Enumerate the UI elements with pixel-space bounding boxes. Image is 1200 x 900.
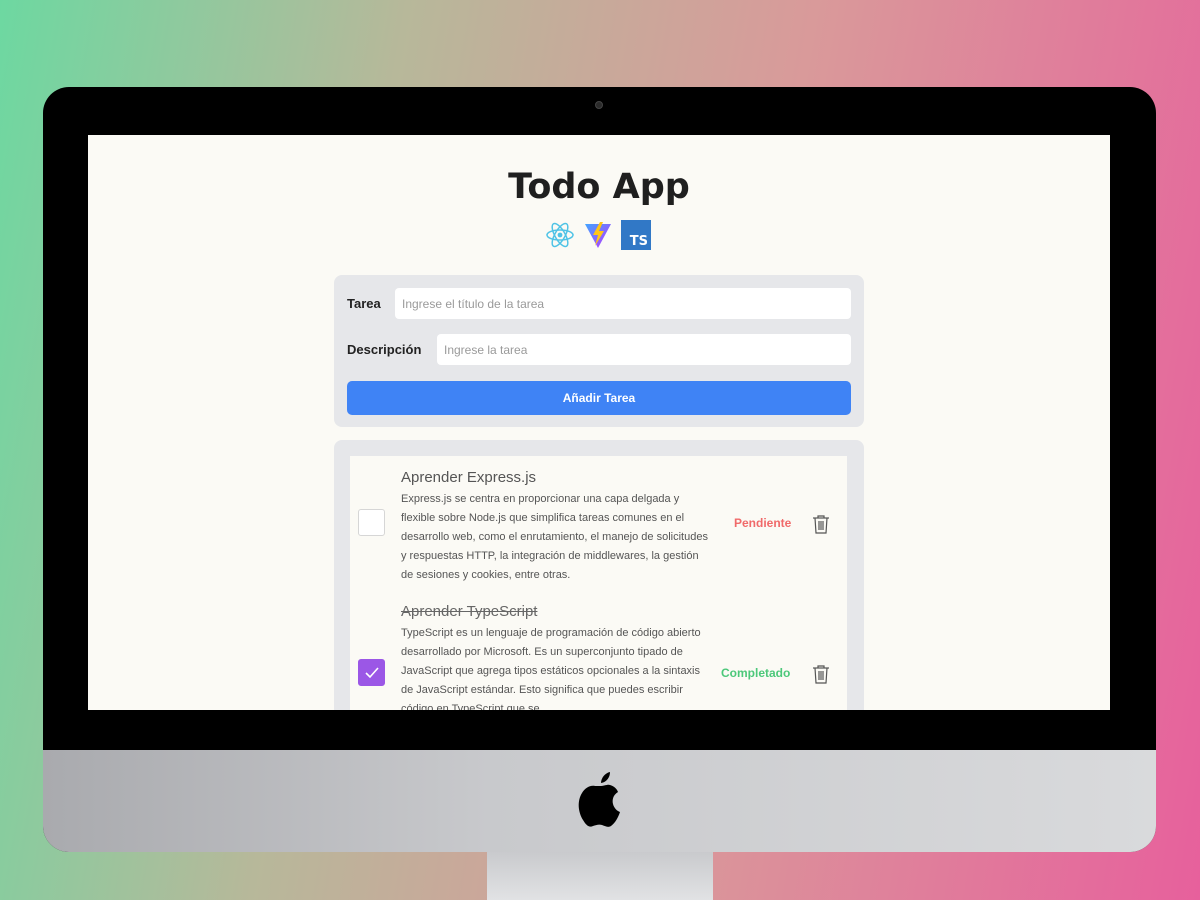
imac-monitor: Todo App TS Tarea Ingrese el título de l… xyxy=(43,87,1156,852)
vite-icon xyxy=(585,222,611,248)
task-list: Aprender Express.js Express.js se centra… xyxy=(334,440,864,710)
status-badge: Completado xyxy=(721,666,791,680)
typescript-icon: TS xyxy=(621,220,651,250)
task-list-inner: Aprender Express.js Express.js se centra… xyxy=(350,456,847,710)
apple-logo-icon xyxy=(578,772,620,827)
task-description: Express.js se centra en proporcionar una… xyxy=(401,493,708,581)
tech-logos: TS xyxy=(545,219,651,251)
task-description: TypeScript es un lenguaje de programació… xyxy=(401,627,701,710)
app-screen: Todo App TS Tarea Ingrese el título de l… xyxy=(88,135,1110,710)
task-description-input[interactable] xyxy=(437,334,851,365)
task-title: Aprender TypeScript xyxy=(401,603,538,620)
task-checkbox[interactable] xyxy=(358,659,385,686)
task-checkbox[interactable] xyxy=(358,509,385,536)
add-task-button[interactable]: Añadir Tarea xyxy=(347,381,851,415)
trash-icon[interactable] xyxy=(812,514,830,534)
monitor-chin xyxy=(43,750,1156,852)
task-item: Aprender TypeScript TypeScript es un len… xyxy=(350,603,847,710)
react-icon xyxy=(546,222,574,248)
monitor-stand xyxy=(487,852,713,900)
page-title: Todo App xyxy=(508,167,690,207)
ts-badge-text: TS xyxy=(629,234,648,249)
task-title: Aprender Express.js xyxy=(401,469,537,486)
task-description-label: Descripción xyxy=(347,342,422,357)
task-form: Tarea Descripción Añadir Tarea xyxy=(334,275,864,427)
task-item: Aprender Express.js Express.js se centra… xyxy=(350,469,847,589)
task-title-input[interactable] xyxy=(395,288,851,319)
trash-icon[interactable] xyxy=(812,664,830,684)
check-icon xyxy=(365,667,379,679)
status-badge: Pendiente xyxy=(734,516,792,530)
task-title-label: Tarea xyxy=(347,296,381,311)
camera-icon xyxy=(595,101,603,109)
